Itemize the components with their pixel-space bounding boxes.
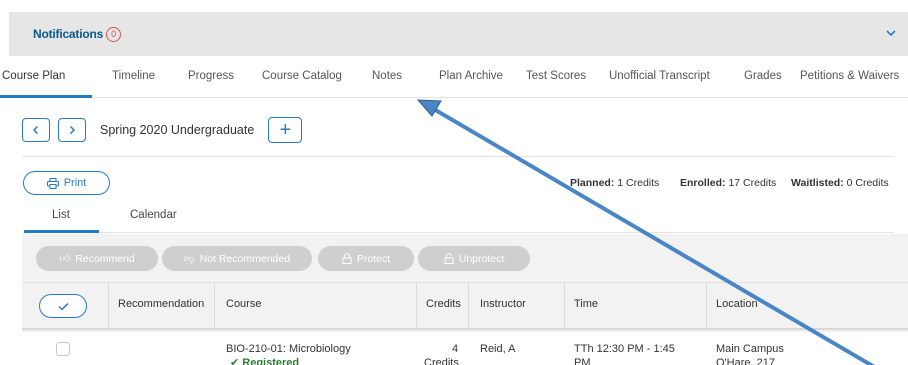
location-campus: Main Campus [716,343,784,355]
registration-status: ✔ Registered [230,357,300,365]
subtab-calendar[interactable]: Calendar [130,209,177,221]
recommend-label: Recommend [75,252,135,265]
protect-button[interactable]: Protect [318,246,414,271]
recommend-button[interactable]: 👍︎ Recommend [36,246,158,271]
enrolled-value: 17 Credits [728,177,777,189]
planned-credits: Planned: 1 Credits [570,177,659,189]
thumbs-down-icon: 👎︎ [183,253,195,265]
column-separator [214,283,215,329]
credits-value: 4 [452,343,459,355]
chevron-left-icon [32,125,39,135]
not-recommended-button[interactable]: 👎︎ Not Recommended [162,246,312,271]
tab-course-catalog[interactable]: Course Catalog [262,70,342,82]
checkmark-icon [57,302,69,311]
add-term-button[interactable]: + [268,117,303,143]
unprotect-button[interactable]: Unprotect [418,246,530,271]
not-recommended-label: Not Recommended [199,252,291,265]
lock-icon [342,253,352,264]
column-header-recommendation[interactable]: Recommendation [118,298,204,310]
tab-progress[interactable]: Progress [188,70,234,82]
tab-unofficial-transcript[interactable]: Unofficial Transcript [609,70,710,82]
notifications-title[interactable]: Notifications [33,27,103,41]
notifications-count-badge: 0 [106,26,122,42]
subtab-divider [24,232,894,233]
meeting-time-cont: PM [574,357,591,365]
column-header-course[interactable]: Course [226,298,261,310]
instructor-name[interactable]: Reid, A [480,342,515,356]
printer-icon [46,177,59,189]
thumbs-up-icon: 👍︎ [59,253,71,265]
waitlisted-credits: Waitlisted: 0 Credits [791,177,889,189]
active-tab-indicator [0,95,92,98]
column-header-time[interactable]: Time [574,298,598,310]
subtab-list[interactable]: List [52,209,70,221]
enrolled-label: Enrolled: [680,177,726,189]
column-header-instructor[interactable]: Instructor [480,298,526,310]
unlock-icon [444,253,454,264]
column-header-credits[interactable]: Credits [426,298,461,310]
select-all-checkbox[interactable] [39,294,87,318]
term-selector: Spring 2020 Undergraduate + [22,116,303,144]
location-room: O'Hare, 217 [716,357,775,365]
print-label: Print [63,177,87,189]
notifications-bar[interactable]: Notifications 0 [9,12,908,56]
protect-label: Protect [356,252,391,265]
column-header-location[interactable]: Location [716,298,758,310]
table-header: Recommendation Course Credits Instructor… [22,282,908,330]
tab-notes[interactable]: Notes [372,70,402,82]
meeting-time: TTh 12:30 PM - 1:45 [574,343,675,355]
planned-label: Planned: [570,177,615,189]
chevron-down-icon[interactable] [884,26,898,40]
tab-timeline[interactable]: Timeline [112,70,155,82]
credits-unit: Credits [424,357,459,365]
chevron-right-icon [69,125,76,135]
planned-value: 1 Credits [617,177,660,189]
table-row: BIO-210-01: Microbiology ✔ Registered 4 … [22,332,908,365]
previous-term-button[interactable] [22,118,50,142]
waitlisted-label: Waitlisted: [791,177,844,189]
main-tabs: Course Plan Timeline Progress Course Cat… [0,70,908,98]
waitlisted-value: 0 Credits [846,177,889,189]
column-separator [706,283,707,329]
row-checkbox[interactable] [56,342,70,356]
next-term-button[interactable] [58,118,86,142]
course-grid: 👍︎ Recommend 👎︎ Not Recommended Protect … [22,234,908,365]
column-separator [468,283,469,329]
column-separator [564,283,565,329]
term-label: Spring 2020 Undergraduate [100,123,255,137]
unprotect-label: Unprotect [458,252,505,265]
column-separator [108,283,109,329]
active-subtab-indicator [24,230,99,233]
tab-petitions-waivers[interactable]: Petitions & Waivers [800,70,899,82]
enrolled-credits: Enrolled: 17 Credits [680,177,776,189]
tab-course-plan[interactable]: Course Plan [2,70,65,82]
tab-plan-archive[interactable]: Plan Archive [439,70,503,82]
column-separator [416,283,417,329]
tab-grades[interactable]: Grades [744,70,782,82]
tab-test-scores[interactable]: Test Scores [526,70,586,82]
section-divider [22,156,894,157]
print-button[interactable]: Print [23,171,110,195]
course-name[interactable]: BIO-210-01: Microbiology [226,342,351,356]
